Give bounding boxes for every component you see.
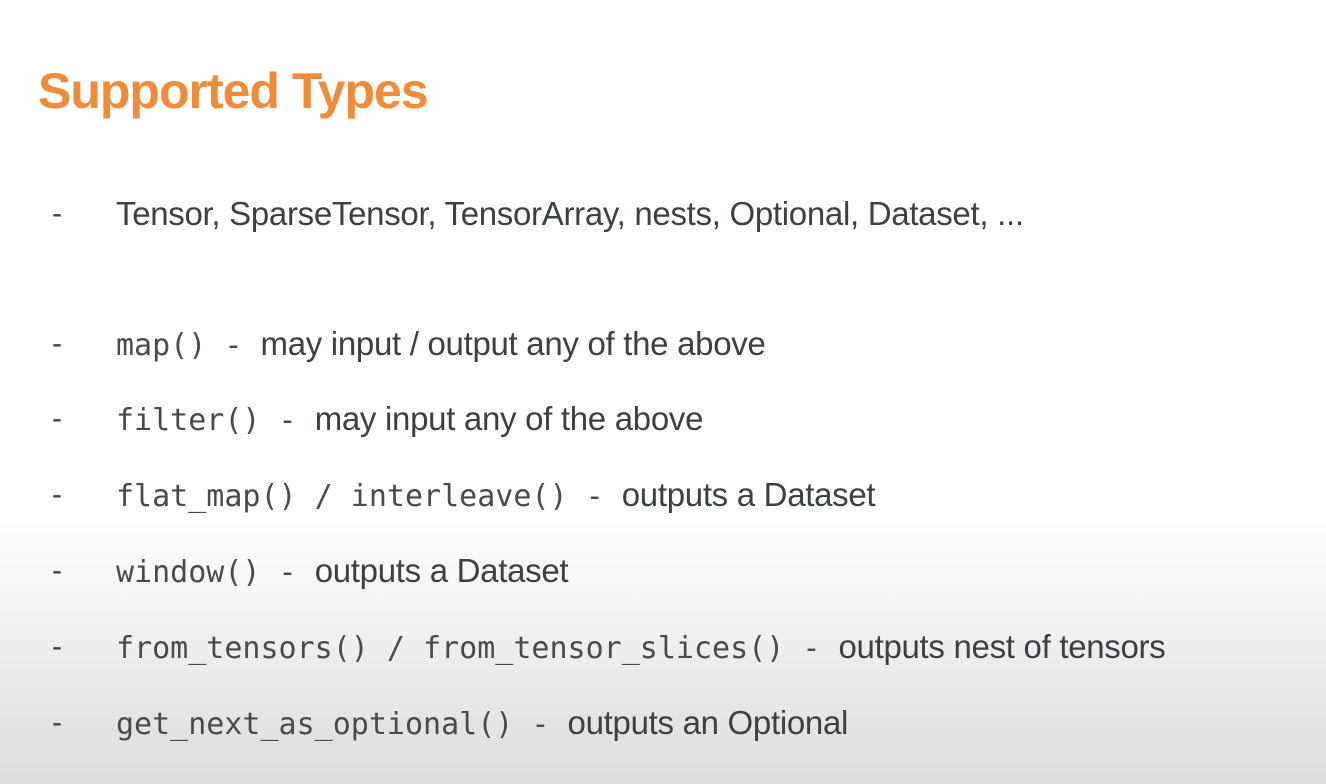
bullet-text: Tensor, SparseTensor, TensorArray, nests… [116,195,1024,232]
bullet-content: flat_map() / interleave() - outputs a Da… [116,471,876,521]
bullet-item: - Tensor, SparseTensor, TensorArray, nes… [0,190,1326,238]
bullet-item: - flat_map() / interleave() - outputs a … [0,471,1326,519]
slide-title: Supported Types [38,63,429,119]
bullet-separator: - [206,328,261,363]
bullet-code: get_next_as_optional() [116,707,514,742]
bullet-code: window() [116,555,261,590]
bullet-separator: - [260,403,315,438]
bullet-code: from_tensors() / from_tensor_slices() [116,631,785,666]
bullet-dash: - [52,630,62,663]
bullet-text: outputs a Dataset [314,552,569,589]
bullet-item: - get_next_as_optional() - outputs an Op… [0,699,1326,747]
bullet-dash: - [52,402,62,435]
bullet-content: Tensor, SparseTensor, TensorArray, nests… [116,190,1024,238]
bullet-dash: - [52,327,62,360]
bullet-dash: - [52,706,62,739]
bullet-content: map() - may input / output any of the ab… [116,320,766,370]
bullet-separator: - [784,631,839,666]
bullet-item: - window() - outputs a Dataset [0,547,1326,595]
bullet-text: may input / output any of the above [260,325,766,362]
bullet-separator: - [260,555,315,590]
bullet-text: outputs a Dataset [621,476,876,513]
bullet-code: flat_map() / interleave() [116,479,568,514]
bullet-content: from_tensors() / from_tensor_slices() - … [116,623,1166,673]
bullet-item: - map() - may input / output any of the … [0,320,1326,368]
bullet-content: window() - outputs a Dataset [116,547,569,597]
bullet-text: may input any of the above [314,400,704,437]
bullet-separator: - [513,707,568,742]
bullet-dash: - [52,197,62,230]
bullet-text: outputs an Optional [567,704,849,741]
bullet-item: - filter() - may input any of the above [0,395,1326,443]
bullet-content: filter() - may input any of the above [116,395,703,445]
bullet-text: outputs nest of tensors [838,628,1166,665]
bullet-item: - from_tensors() / from_tensor_slices() … [0,623,1326,671]
bullet-code: map() [116,328,207,363]
bullet-dash: - [52,554,62,587]
bullet-code: filter() [116,403,261,438]
bullet-dash: - [52,478,62,511]
bullet-content: get_next_as_optional() - outputs an Opti… [116,699,848,749]
bullet-separator: - [567,479,622,514]
